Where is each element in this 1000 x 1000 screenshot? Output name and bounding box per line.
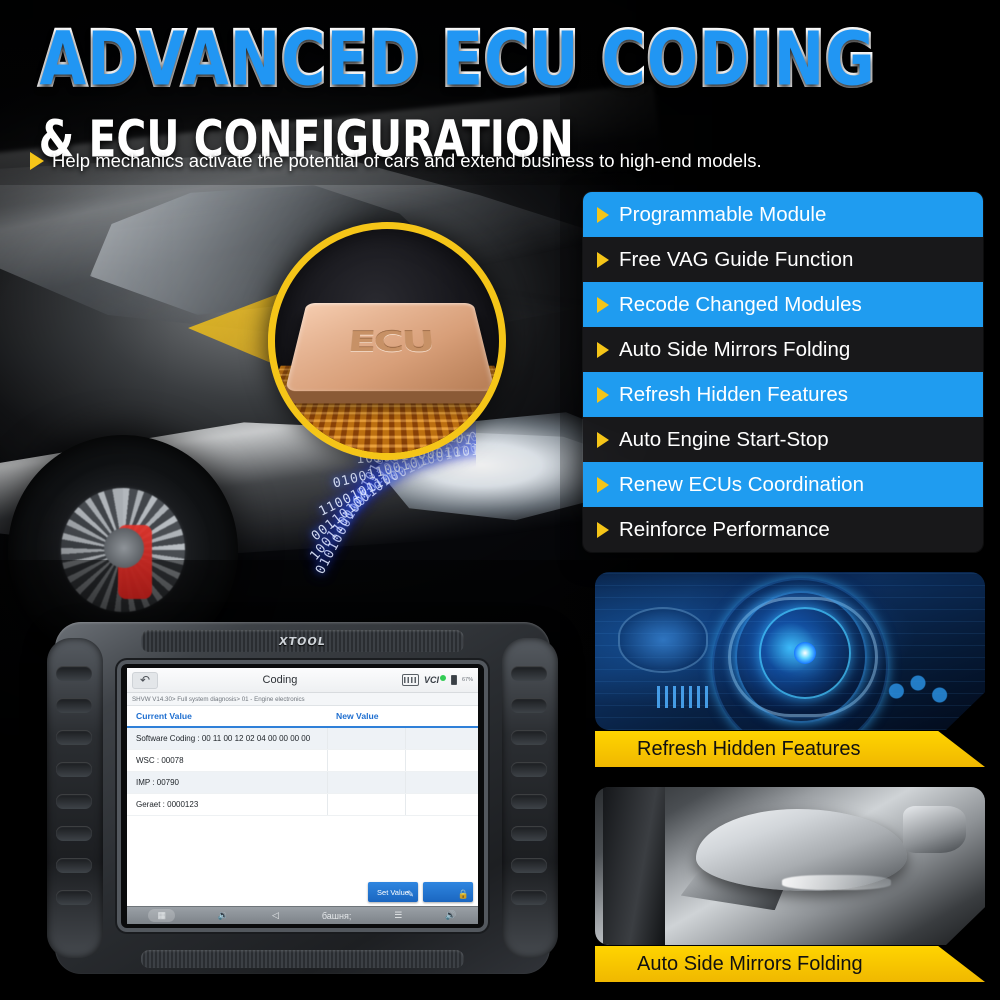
table-cell-extra [405, 750, 478, 771]
keyboard-icon[interactable] [401, 674, 419, 686]
feature-item: Auto Side Mirrors Folding [583, 327, 983, 372]
table-cell-current: Software Coding : 00 11 00 12 02 04 00 0… [136, 734, 311, 743]
screenshot-icon[interactable]: ▦ [148, 909, 175, 922]
android-navbar: ▦ 🔉 ◁ башня; ☰ 🔊 [127, 906, 478, 924]
feature-item-label: Recode Changed Modules [619, 292, 862, 316]
photo-card-refresh-hidden-features: Refresh Hidden Features [595, 572, 985, 767]
arrow-bullet-icon [597, 521, 609, 538]
volume-down-icon[interactable]: 🔉 [218, 910, 229, 921]
photo-caption-2-text: Auto Side Mirrors Folding [637, 952, 863, 975]
photo-caption-2: Auto Side Mirrors Folding [595, 946, 985, 982]
breadcrumb-text: SHVW V14.30> Full system diagnosis> 01 -… [132, 695, 305, 703]
table-cell-extra [405, 794, 478, 815]
tablet-screen: ↶ Coding VCI 67% SHVW V14.30> Full syste… [127, 668, 478, 924]
table-cell-new [327, 772, 405, 793]
photo-caption-1: Refresh Hidden Features [595, 731, 985, 767]
table-row[interactable]: IMP : 00790 [127, 772, 478, 794]
xtool-logo: XTOOL [277, 634, 327, 648]
feature-item: Programmable Module [583, 192, 983, 237]
tablet-bezel: ↶ Coding VCI 67% SHVW V14.30> Full syste… [117, 660, 488, 932]
table-cell-new [327, 794, 405, 815]
table-row[interactable]: Software Coding : 00 11 00 12 02 04 00 0… [127, 728, 478, 750]
photo-caption-1-text: Refresh Hidden Features [637, 737, 861, 760]
feature-item: Renew ECUs Coordination [583, 462, 983, 507]
feature-item: Recode Changed Modules [583, 282, 983, 327]
dashboard-photo [595, 572, 985, 730]
column-header-new-value: New Value [336, 711, 379, 721]
feature-list: Programmable Module Free VAG Guide Functi… [583, 192, 983, 552]
table-cell-new [327, 728, 405, 749]
coding-table-body: Software Coding : 00 11 00 12 02 04 00 0… [127, 728, 478, 906]
screen-title: Coding [262, 674, 298, 686]
table-row[interactable]: Geraet : 0000123 [127, 794, 478, 816]
arrow-bullet-icon [597, 476, 609, 493]
volume-up-icon[interactable]: 🔊 [445, 910, 456, 921]
arrow-bullet-icon [597, 341, 609, 358]
feature-item-label: Renew ECUs Coordination [619, 472, 864, 496]
feature-item-label: Auto Side Mirrors Folding [619, 337, 851, 361]
table-cell-current: IMP : 00790 [136, 778, 179, 787]
vci-connected-dot-icon [439, 675, 446, 681]
lock-button[interactable]: 🔒 [423, 882, 473, 902]
headline-block: ADVANCED ECU CODING & ECU CONFIGURATION [0, 15, 1000, 166]
feature-item: Free VAG Guide Function [583, 237, 983, 282]
back-arrow-icon[interactable]: ↶ [132, 671, 158, 689]
tagline-text: Help mechanics activate the potential of… [52, 150, 762, 171]
feature-item-label: Reinforce Performance [619, 517, 830, 541]
vci-label: VCI [423, 675, 439, 685]
tagline: Help mechanics activate the potential of… [30, 150, 990, 172]
table-cell-current: Geraet : 0000123 [136, 800, 199, 809]
arrow-bullet-icon [597, 251, 609, 268]
battery-percent: 67% [461, 677, 473, 683]
battery-icon [450, 675, 457, 685]
tablet-speaker-top: XTOOL [141, 630, 464, 652]
table-cell-extra [405, 728, 478, 749]
table-row[interactable]: WSC : 00078 [127, 750, 478, 772]
feature-item-label: Programmable Module [619, 202, 827, 226]
arrow-bullet-icon [597, 431, 609, 448]
xtool-diagnostic-tablet: XTOOL ↶ Coding VCI 67% SHVW V14.30> Full… [47, 622, 558, 974]
app-bar: ↶ Coding VCI 67% [127, 668, 478, 693]
feature-item-label: Refresh Hidden Features [619, 382, 849, 406]
vci-status: VCI [424, 675, 446, 685]
chip-die-art: ECU [284, 302, 496, 392]
chip-label: ECU [345, 325, 435, 359]
feature-item-label: Auto Engine Start-Stop [619, 427, 829, 451]
screen-action-buttons: Set Value ✎ 🔒 [368, 882, 473, 902]
tablet-grip-left [47, 638, 103, 958]
feature-item-label: Free VAG Guide Function [619, 247, 854, 271]
arrow-bullet-icon [597, 206, 609, 223]
button-label: Set Value [377, 887, 409, 897]
edit-icon: ✎ [406, 889, 414, 899]
home-icon[interactable]: башня; [322, 911, 352, 921]
arrow-bullet-icon [30, 152, 44, 170]
table-cell-extra [405, 772, 478, 793]
menu-icon[interactable]: ☰ [394, 910, 402, 921]
table-cell-new [327, 750, 405, 771]
feature-item: Refresh Hidden Features [583, 372, 983, 417]
table-header: Current Value New Value [127, 706, 478, 728]
photo-card-auto-side-mirrors-folding: Auto Side Mirrors Folding [595, 787, 985, 982]
arrow-bullet-icon [597, 386, 609, 403]
arrow-bullet-icon [597, 296, 609, 313]
breadcrumb: SHVW V14.30> Full system diagnosis> 01 -… [127, 693, 478, 706]
banner-stage: ADVANCED ECU CODING & ECU CONFIGURATION … [0, 0, 1000, 1000]
lock-icon: 🔒 [457, 889, 469, 899]
feature-item: Reinforce Performance [583, 507, 983, 552]
set-value-button[interactable]: Set Value ✎ [368, 882, 418, 902]
ecu-chip-callout: ECU [268, 222, 506, 460]
table-cell-current: WSC : 00078 [136, 756, 184, 765]
side-mirror-photo [595, 787, 985, 945]
back-icon[interactable]: ◁ [272, 910, 279, 921]
headline-primary: ADVANCED ECU CODING [37, 15, 876, 103]
tablet-grip-right [502, 638, 558, 958]
column-header-current-value: Current Value [136, 711, 192, 721]
feature-item: Auto Engine Start-Stop [583, 417, 983, 462]
tablet-speaker-bottom [141, 950, 464, 968]
